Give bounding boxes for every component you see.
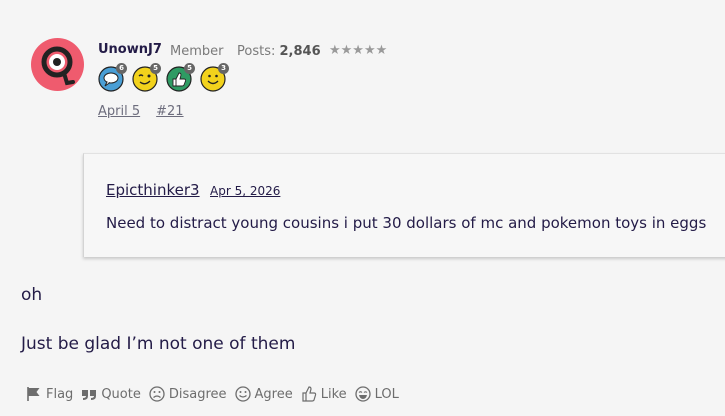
badge-smile[interactable]: 3 — [200, 63, 229, 92]
post-number-link[interactable]: #21 — [156, 104, 183, 119]
quote-label: Quote — [101, 386, 141, 402]
disagree-label: Disagree — [168, 386, 227, 402]
avatar[interactable] — [31, 38, 84, 91]
quote-icon — [82, 390, 97, 400]
post-date-link[interactable]: April 5 — [98, 104, 140, 119]
lol-button[interactable]: LOL — [354, 386, 399, 402]
user-role: Member — [170, 44, 224, 59]
thumbs-up-icon — [302, 386, 316, 402]
disagree-button[interactable]: Disagree — [149, 386, 227, 402]
unown-avatar-icon — [41, 46, 75, 86]
rating-stars: ★★★★★ — [329, 43, 388, 58]
smile-face-icon — [234, 386, 251, 402]
quote-button[interactable]: Quote — [81, 386, 141, 402]
frown-face-icon — [149, 386, 165, 402]
badge-speech[interactable]: 6 — [98, 63, 127, 92]
agree-label: Agree — [254, 386, 293, 402]
quote-block: Epicthinker3 Apr 5, 2026 Need to distrac… — [83, 153, 725, 257]
badge-count: 3 — [218, 63, 229, 74]
like-button[interactable]: Like — [301, 386, 347, 402]
post-meta: April 5 #21 — [98, 104, 184, 119]
agree-button[interactable]: Agree — [234, 386, 293, 402]
username-link[interactable]: UnownJ7 — [98, 42, 162, 57]
lol-label: LOL — [374, 386, 399, 402]
badge-row: 6 5 5 3 — [98, 63, 229, 92]
badge-wink[interactable]: 5 — [132, 63, 161, 92]
quote-date-link[interactable]: Apr 5, 2026 — [210, 184, 280, 198]
action-bar: Flag Quote Disagree Agree Like LOL — [26, 386, 407, 402]
post-body-line: Just be glad I’m not one of them — [21, 334, 296, 354]
quote-text: Need to distract young cousins i put 30 … — [106, 214, 707, 232]
badge-thumbs-up[interactable]: 5 — [166, 63, 195, 92]
badge-count: 5 — [150, 63, 161, 74]
badge-count: 6 — [116, 63, 127, 74]
flag-label: Flag — [46, 386, 74, 402]
like-label: Like — [320, 386, 347, 402]
laugh-face-icon — [354, 386, 371, 402]
badge-count: 5 — [184, 63, 195, 74]
post-count: Posts: 2,846 — [237, 44, 321, 59]
flag-button[interactable]: Flag — [26, 386, 73, 402]
quote-author-link[interactable]: Epicthinker3 — [106, 181, 200, 199]
flag-icon — [27, 387, 40, 401]
post-body-line: oh — [21, 285, 43, 305]
